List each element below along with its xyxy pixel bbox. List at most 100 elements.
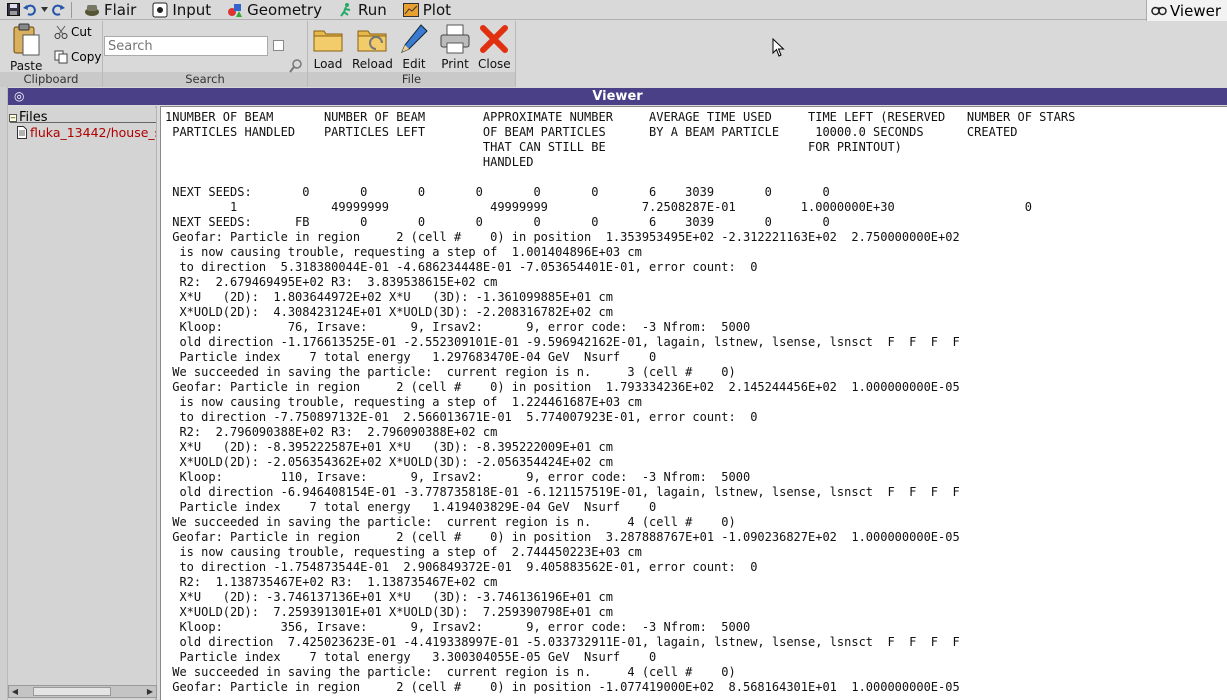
file-tree: − Files fluka_13442/house_s ◀ ▶ <box>8 106 157 700</box>
tab-label: Viewer <box>1170 1 1221 20</box>
search-option-checkbox[interactable] <box>273 40 284 51</box>
scroll-left-icon[interactable]: ◀ <box>9 686 21 697</box>
output-line: NEXT SEEDS: 0 0 0 0 0 0 6 3039 0 0 <box>165 185 830 199</box>
tab-flair[interactable]: Flair <box>78 0 146 20</box>
edit-label: Edit <box>402 57 426 71</box>
redo-icon[interactable] <box>51 3 65 17</box>
output-text-content: 1NUMBER OF BEAM NUMBER OF BEAM APPROXIMA… <box>165 110 1227 695</box>
output-line: We succeeded in saving the particle: cur… <box>165 365 736 379</box>
cut-button[interactable]: Cut <box>54 25 92 39</box>
output-line: We succeeded in saving the particle: cur… <box>165 515 736 529</box>
input-icon <box>152 2 168 18</box>
output-line: PARTICLES HANDLED PARTICLES LEFT OF BEAM… <box>165 125 1018 139</box>
viewer-icon <box>1151 2 1167 20</box>
output-line: 1NUMBER OF BEAM NUMBER OF BEAM APPROXIMA… <box>165 110 1076 124</box>
tab-label: Run <box>357 0 387 19</box>
tab-geometry[interactable]: Geometry <box>221 0 332 20</box>
tree-divider <box>10 122 156 123</box>
output-line: NEXT SEEDS: FB 0 0 0 0 0 6 3039 0 0 <box>165 215 830 229</box>
edit-button[interactable]: Edit <box>399 23 429 71</box>
scissors-icon <box>54 25 68 39</box>
tab-input[interactable]: Input <box>146 0 221 20</box>
scroll-right-icon[interactable]: ▶ <box>144 686 156 697</box>
file-group-label: File <box>308 72 515 87</box>
output-line: is now causing trouble, requesting a ste… <box>165 245 642 259</box>
viewer-title: Viewer <box>592 89 643 104</box>
tree-file-label: fluka_13442/house_s <box>30 125 156 140</box>
reload-label: Reload <box>352 57 393 71</box>
tab-label: Geometry <box>247 0 322 19</box>
output-line: to direction -1.754873544E-01 2.90684937… <box>165 560 758 574</box>
output-line: Particle index 7 total energy 1.41940382… <box>165 500 657 514</box>
output-line: Particle index 7 total energy 1.29768347… <box>165 350 657 364</box>
search-icon[interactable] <box>289 59 303 77</box>
quick-access-toolbar <box>0 0 65 20</box>
output-line: old direction -6.946408154E-01 -3.778735… <box>165 485 960 499</box>
tree-file-item[interactable]: fluka_13442/house_s <box>17 125 156 140</box>
ribbon: Paste Cut Copy Clipboard Search Load Rel… <box>0 21 1227 87</box>
close-button[interactable]: Close <box>478 23 511 71</box>
toolbar-separator <box>71 1 72 18</box>
paste-label: Paste <box>10 59 43 73</box>
undo-dropdown-icon[interactable] <box>40 3 48 17</box>
menu-bar: Flair Input Geometry Run Plot Viewer <box>0 0 1227 21</box>
output-line: X*U (2D): -3.746137136E+01 X*U (3D): -3.… <box>165 590 613 604</box>
cut-label: Cut <box>71 25 92 39</box>
output-line: HANDLED <box>165 155 534 169</box>
tab-label: Plot <box>422 0 452 19</box>
flair-icon <box>84 3 100 17</box>
output-line: We succeeded in saving the particle: cur… <box>165 665 736 679</box>
output-line: R2: 2.796090388E+02 R3: 2.796090388E+02 … <box>165 425 498 439</box>
pin-icon[interactable]: ◎ <box>14 88 24 105</box>
mouse-cursor-icon <box>772 38 785 57</box>
tab-viewer[interactable]: Viewer <box>1146 0 1227 21</box>
output-line: R2: 2.679469495E+02 R3: 3.839538615E+02 … <box>165 275 498 289</box>
undo-icon[interactable] <box>23 3 37 17</box>
viewer-title-bar: ◎ Viewer <box>8 88 1227 105</box>
load-button[interactable]: Load <box>312 23 344 71</box>
output-line: Geofar: Particle in region 2 (cell # 0) … <box>165 530 960 544</box>
copy-icon <box>54 50 68 64</box>
reload-button[interactable]: Reload <box>352 23 393 71</box>
file-group: Load Reload Edit Print Close File <box>308 21 516 87</box>
clipboard-group: Paste Cut Copy Clipboard <box>0 21 103 87</box>
collapse-icon[interactable]: − <box>9 113 17 122</box>
output-line: old direction -1.176613525E-01 -2.552309… <box>165 335 960 349</box>
tab-label: Input <box>172 0 212 19</box>
geometry-icon <box>227 2 243 18</box>
output-line: Geofar: Particle in region 2 (cell # 0) … <box>165 380 960 394</box>
folder-icon <box>313 30 343 52</box>
output-text-view[interactable]: 1NUMBER OF BEAM NUMBER OF BEAM APPROXIMA… <box>160 106 1227 700</box>
paste-button[interactable]: Paste <box>10 23 42 73</box>
plot-icon <box>402 2 419 17</box>
print-button[interactable]: Print <box>439 23 471 71</box>
tab-plot[interactable]: Plot <box>397 0 461 20</box>
paste-icon <box>13 23 40 56</box>
output-line: THAT CAN STILL BE FOR PRINTOUT) <box>165 140 902 154</box>
output-line: X*U (2D): -8.395222587E+01 X*U (3D): -8.… <box>165 440 613 454</box>
output-line: is now causing trouble, requesting a ste… <box>165 395 642 409</box>
output-line: to direction -7.750897132E-01 2.56601367… <box>165 410 758 424</box>
search-group-label: Search <box>103 72 307 87</box>
search-input[interactable] <box>104 36 268 56</box>
output-line: R2: 1.138735467E+02 R3: 1.138735467E+02 … <box>165 575 498 589</box>
document-icon <box>17 126 27 139</box>
file-tree-list: − Files fluka_13442/house_s <box>9 108 156 686</box>
output-line: Geofar: Particle in region 2 (cell # 0) … <box>165 680 960 694</box>
output-line: Kloop: 356, Irsave: 9, Irsav2: 9, error … <box>165 620 751 634</box>
dock-strip <box>0 87 8 700</box>
copy-button[interactable]: Copy <box>54 50 101 64</box>
print-label: Print <box>441 57 469 71</box>
clipboard-group-label: Clipboard <box>0 72 102 87</box>
output-line: X*UOLD(2D): -2.056354362E+02 X*UOLD(3D):… <box>165 455 613 469</box>
output-line: is now causing trouble, requesting a ste… <box>165 545 642 559</box>
tab-run[interactable]: Run <box>332 0 397 20</box>
output-line: Kloop: 110, Irsave: 9, Irsav2: 9, error … <box>165 470 751 484</box>
close-label: Close <box>478 57 511 71</box>
output-line: to direction 5.318380044E-01 -4.68623444… <box>165 260 758 274</box>
tree-horizontal-scrollbar[interactable]: ◀ ▶ <box>8 685 157 698</box>
scrollbar-thumb[interactable] <box>33 687 111 696</box>
tab-label: Flair <box>104 0 137 19</box>
save-icon[interactable] <box>6 3 20 17</box>
output-line: X*UOLD(2D): 4.308423124E+01 X*UOLD(3D): … <box>165 305 613 319</box>
